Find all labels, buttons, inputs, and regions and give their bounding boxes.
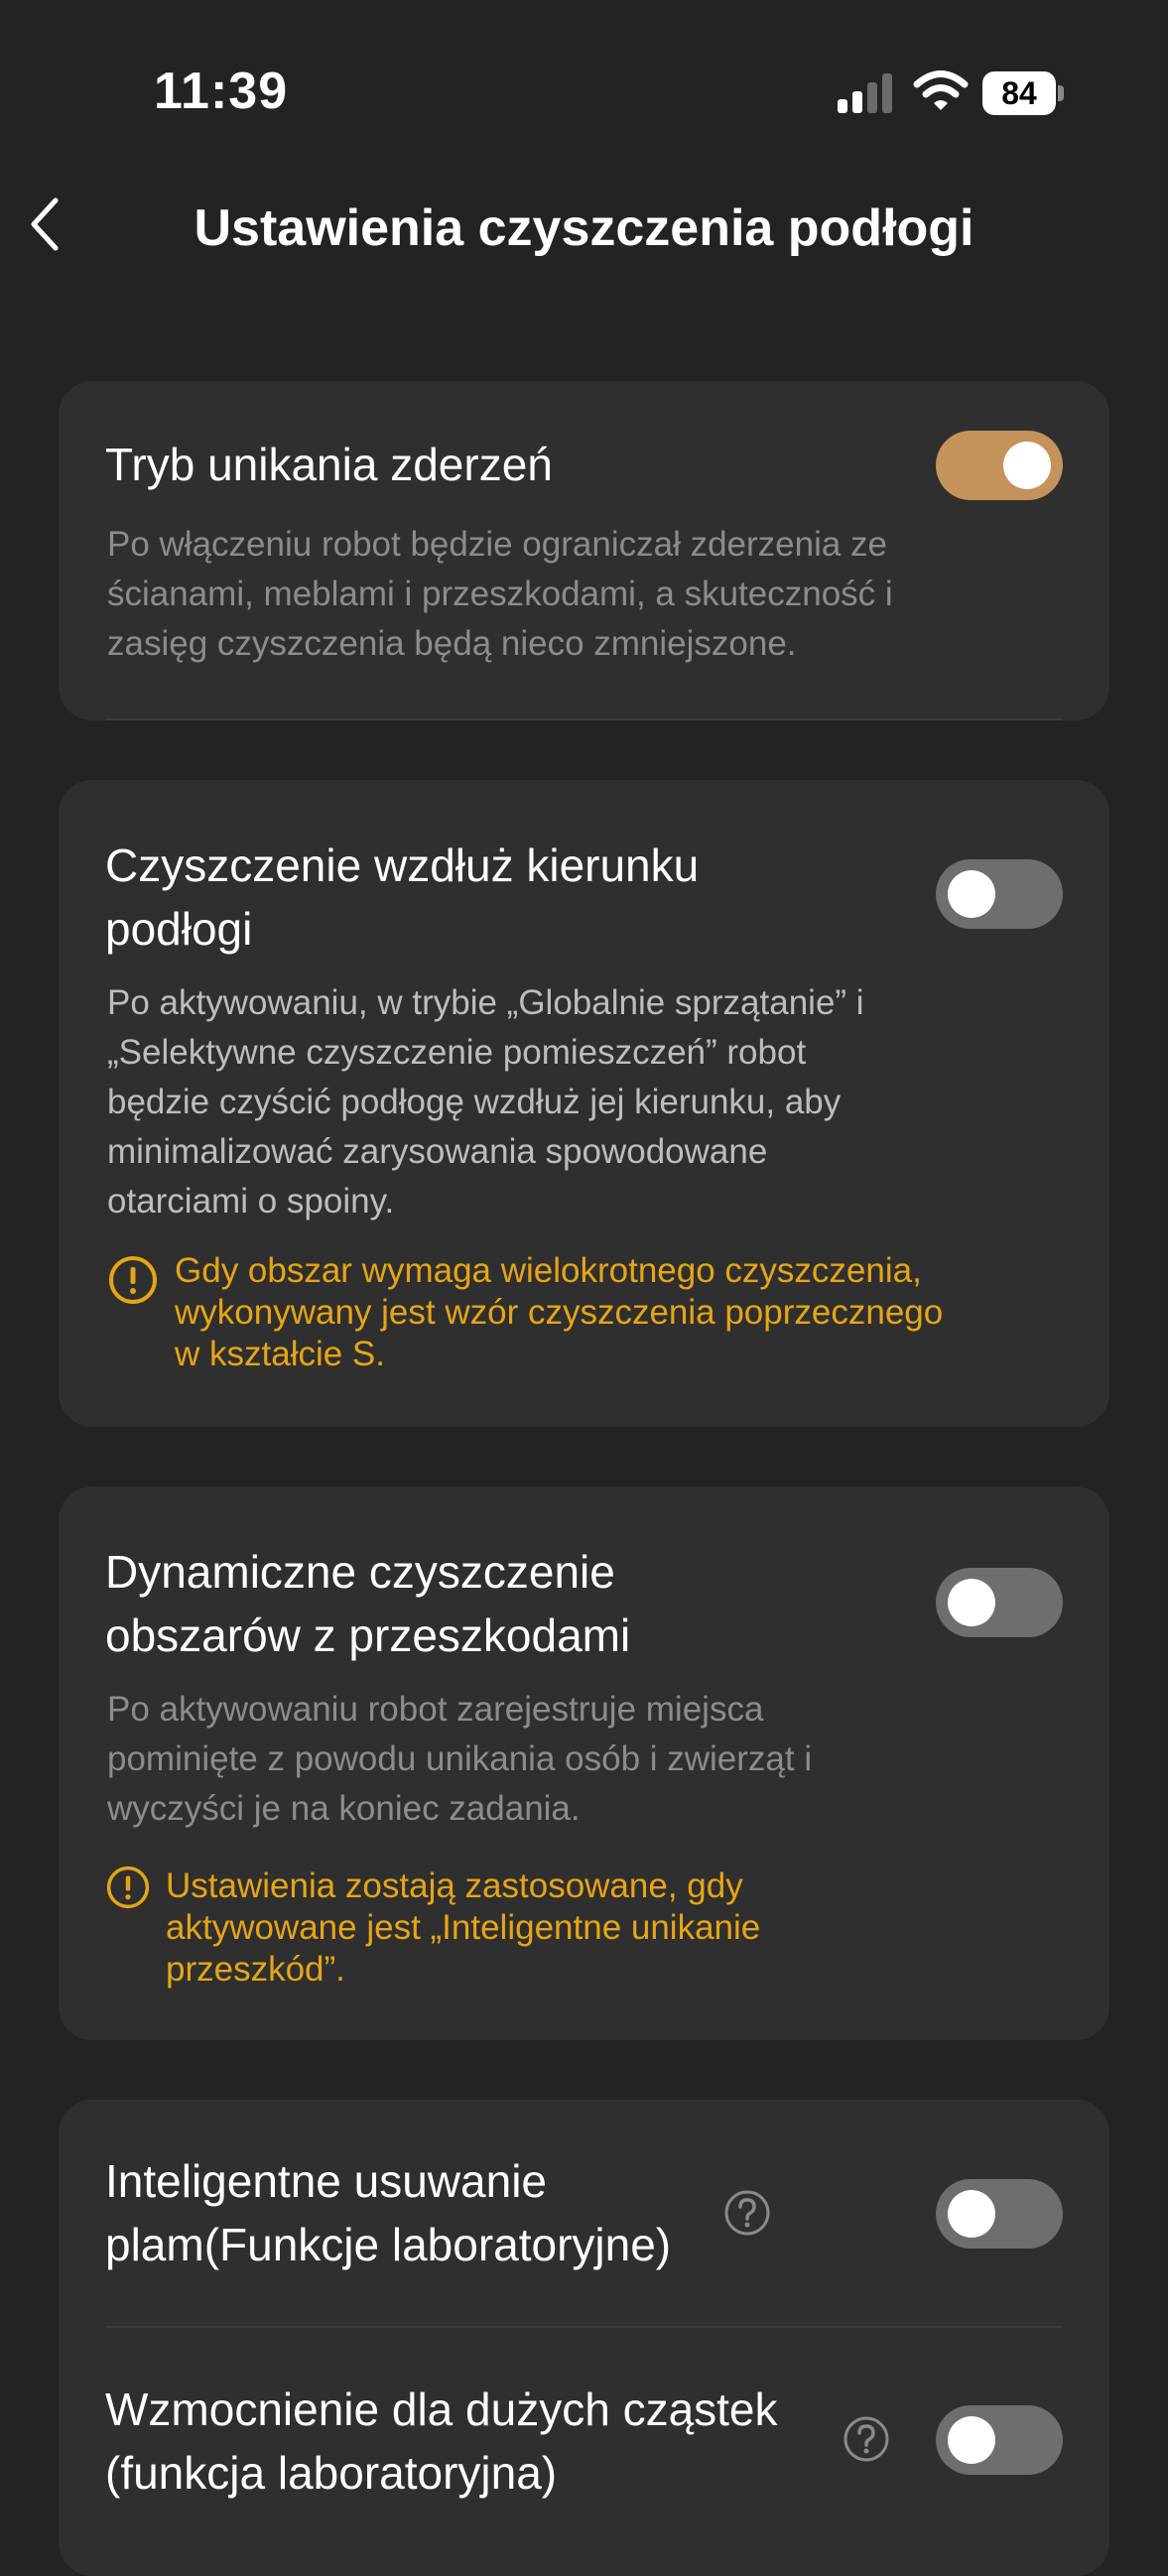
- help-icon[interactable]: [723, 2189, 771, 2237]
- setting-title-dynamic-obstacle: Dynamiczne czyszczenie obszarów z przesz…: [105, 1546, 631, 1661]
- help-icon[interactable]: [843, 2415, 890, 2463]
- warning-text-floor-direction: Gdy obszar wymaga wielokrotnego czyszcze…: [175, 1251, 944, 1373]
- card-lab-functions: Inteligentne usuwanie plam(Funkcje labor…: [59, 2100, 1109, 2576]
- card-collision-avoidance: Tryb unikania zderzeń Po włączeniu robot…: [59, 381, 1109, 720]
- toggle-knob: [948, 2190, 995, 2238]
- warning-icon: [106, 1866, 150, 1909]
- toggle-stain-removal[interactable]: [936, 2179, 1063, 2249]
- setting-description-floor-direction: Po aktywowaniu, w trybie „Globalnie sprz…: [107, 983, 864, 1221]
- cellular-signal-icon: [838, 73, 892, 113]
- divider: [105, 718, 1063, 720]
- wifi-icon: [913, 70, 969, 110]
- battery-level: 84: [982, 71, 1056, 115]
- status-bar: 11:39 84: [0, 0, 1168, 189]
- setting-title-large-particles: Wzmocnienie dla dużych cząstek (funkcja …: [105, 2383, 778, 2499]
- battery-indicator: 84: [982, 71, 1064, 115]
- setting-title-collision-avoidance: Tryb unikania zderzeń: [105, 439, 553, 490]
- setting-title-stain-removal: Inteligentne usuwanie plam(Funkcje labor…: [105, 2155, 672, 2270]
- setting-description-collision-avoidance: Po włączeniu robot będzie ograniczał zde…: [107, 525, 893, 663]
- battery-tip: [1058, 85, 1064, 101]
- setting-title-floor-direction: Czyszczenie wzdłuż kierunku podłogi: [105, 839, 700, 955]
- toggle-knob: [1003, 442, 1051, 489]
- toggle-large-particles[interactable]: [936, 2405, 1063, 2475]
- warning-text-dynamic-obstacle: Ustawienia zostają zastosowane, gdy akty…: [166, 1867, 761, 1989]
- card-dynamic-obstacle-cleaning: Dynamiczne czyszczenie obszarów z przesz…: [59, 1486, 1109, 2040]
- toggle-dynamic-obstacle[interactable]: [936, 1568, 1063, 1637]
- card-floor-direction-cleaning: Czyszczenie wzdłuż kierunku podłogi Po a…: [59, 780, 1109, 1427]
- status-time: 11:39: [154, 63, 289, 120]
- warning-icon: [109, 1256, 157, 1304]
- toggle-collision-avoidance[interactable]: [936, 431, 1063, 500]
- page-title: Ustawienia czyszczenia podłogi: [194, 199, 974, 257]
- toggle-knob: [948, 2416, 995, 2464]
- toggle-knob: [948, 1579, 995, 1626]
- divider: [105, 2326, 1063, 2328]
- toggle-knob: [948, 870, 995, 918]
- toggle-floor-direction[interactable]: [936, 859, 1063, 929]
- setting-description-dynamic-obstacle: Po aktywowaniu robot zarejestruje miejsc…: [107, 1690, 813, 1828]
